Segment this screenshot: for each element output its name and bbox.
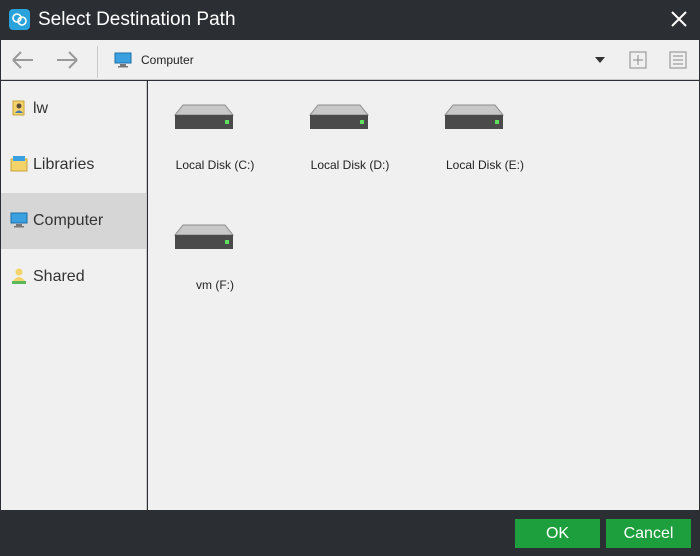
- hard-drive-icon: [173, 224, 235, 249]
- close-icon: [671, 11, 687, 27]
- navigation-toolbar: Computer: [1, 40, 699, 80]
- sidebar-item-label: Computer: [33, 212, 104, 229]
- address-path[interactable]: Computer: [141, 53, 194, 67]
- close-button[interactable]: [664, 6, 694, 34]
- drive-label: Local Disk (D:): [310, 158, 390, 172]
- computer-icon: [10, 211, 28, 229]
- back-button[interactable]: [10, 48, 36, 72]
- location-sidebar: lw Libraries Computer Shared: [1, 81, 147, 510]
- sidebar-item-label: Libraries: [33, 156, 95, 173]
- sidebar-item-label: lw: [33, 100, 49, 117]
- sidebar-item-libraries[interactable]: Libraries: [1, 137, 146, 193]
- drive-f[interactable]: vm (F:): [148, 201, 258, 311]
- shared-user-icon: [10, 267, 28, 285]
- drive-label: vm (F:): [196, 278, 234, 292]
- drive-c[interactable]: Local Disk (C:): [148, 81, 258, 191]
- sidebar-item-shared[interactable]: Shared: [1, 249, 146, 305]
- dialog-footer: OK Cancel: [0, 510, 700, 556]
- dialog-title: Select Destination Path: [38, 9, 236, 30]
- toolbar-divider: [97, 46, 98, 78]
- forward-button[interactable]: [54, 48, 80, 72]
- libraries-icon: [10, 155, 28, 173]
- arrow-right-icon: [57, 51, 78, 69]
- cancel-button[interactable]: Cancel: [606, 519, 691, 548]
- view-mode-button[interactable]: [668, 50, 688, 70]
- sidebar-item-label: Shared: [33, 268, 85, 285]
- drive-e[interactable]: Local Disk (E:): [418, 81, 528, 191]
- hard-drive-icon: [443, 104, 505, 129]
- drive-label: Local Disk (C:): [175, 158, 255, 172]
- caret-down-icon: [595, 57, 605, 63]
- title-bar: Select Destination Path: [0, 0, 700, 40]
- hard-drive-icon: [308, 104, 370, 129]
- list-view-icon: [669, 51, 687, 69]
- app-logo-icon: [9, 9, 30, 30]
- ok-button[interactable]: OK: [515, 519, 600, 548]
- sidebar-item-lw[interactable]: lw: [1, 81, 146, 137]
- sidebar-item-computer[interactable]: Computer: [1, 193, 146, 249]
- drive-list: Local Disk (C:) Local Disk (D:) Local Di…: [148, 81, 699, 510]
- hard-drive-icon: [173, 104, 235, 129]
- arrow-left-icon: [12, 51, 33, 69]
- plus-box-icon: [629, 51, 647, 69]
- computer-icon: [114, 52, 132, 68]
- path-dropdown-button[interactable]: [591, 51, 609, 69]
- drive-d[interactable]: Local Disk (D:): [283, 81, 393, 191]
- user-folder-icon: [10, 99, 28, 117]
- new-folder-button[interactable]: [628, 50, 648, 70]
- drive-label: Local Disk (E:): [445, 158, 525, 172]
